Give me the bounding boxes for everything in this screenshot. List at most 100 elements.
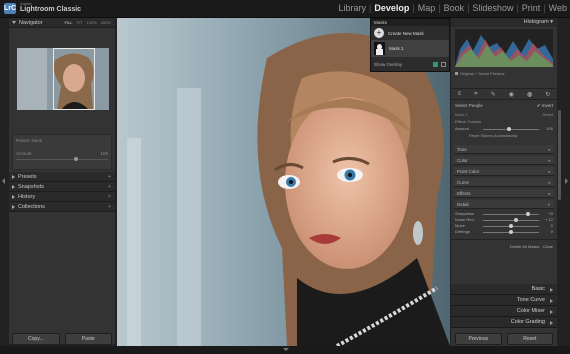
close-button[interactable]: Close xyxy=(543,244,553,249)
panel-tone-curve[interactable]: Tone Curve xyxy=(451,295,557,306)
zoom-400[interactable]: 400% xyxy=(101,18,111,28)
reset-auto-row[interactable]: Reset Sliders Automatically xyxy=(451,132,557,139)
navigator-header[interactable]: Navigator FILL FIT 100% 400% xyxy=(9,18,115,28)
preset-icon[interactable]: ↻ xyxy=(545,91,550,98)
add-icon[interactable]: + xyxy=(108,202,111,212)
show-overlay-checkbox[interactable] xyxy=(433,62,438,67)
clear-icon[interactable]: × xyxy=(108,192,111,202)
section-point-color[interactable]: Point Color ◂ xyxy=(454,167,554,176)
panel-presets[interactable]: Presets + xyxy=(9,172,115,182)
panel-history[interactable]: History × xyxy=(9,192,115,202)
slider-knob[interactable] xyxy=(507,127,511,131)
section-color[interactable]: Color ◂ xyxy=(454,156,554,165)
collapse-icon: ▾ xyxy=(547,202,550,207)
effect-label[interactable]: Effect: Custom xyxy=(451,118,557,125)
mask-item[interactable]: Mask 1 xyxy=(371,40,449,57)
previous-button[interactable]: Previous xyxy=(455,333,502,345)
navigator-viewport-frame[interactable] xyxy=(53,48,95,110)
add-icon[interactable]: + xyxy=(108,172,111,182)
paste-button[interactable]: Paste xyxy=(64,333,112,345)
add-icon[interactable]: + xyxy=(108,182,111,192)
panel-snapshots[interactable]: Snapshots + xyxy=(9,182,115,192)
section-tone[interactable]: Tone ◂ xyxy=(454,145,554,154)
section-detail[interactable]: Detail ▾ xyxy=(454,200,554,209)
redeye-icon[interactable]: ◉ xyxy=(509,91,514,98)
disclosure-icon xyxy=(12,174,15,179)
zoom-fill[interactable]: FILL xyxy=(65,18,73,28)
slider-knob[interactable] xyxy=(509,224,513,228)
right-scrollbar[interactable] xyxy=(558,110,561,200)
add-mask-icon[interactable]: + xyxy=(374,28,384,38)
section-label: Tone xyxy=(457,147,467,152)
detail-slider[interactable]: Defringe 0 xyxy=(455,229,553,235)
panel-label: History xyxy=(18,194,36,200)
mask-icon[interactable]: ◍ xyxy=(527,91,532,98)
zoom-fit[interactable]: FIT xyxy=(77,18,83,28)
filmstrip-toggle-icon[interactable] xyxy=(283,348,289,351)
section-curve[interactable]: Curve ◂ xyxy=(454,178,554,187)
module-book[interactable]: Book xyxy=(444,3,465,13)
section-label: Effects xyxy=(457,191,471,196)
collapse-right-icon[interactable] xyxy=(565,178,568,184)
top-bar: LrC Adobe Lightroom Classic Library | Dev… xyxy=(0,0,570,18)
module-print[interactable]: Print xyxy=(522,3,541,13)
module-develop[interactable]: Develop xyxy=(374,3,409,13)
delete-all-masks-button[interactable]: Delete All Masks xyxy=(510,244,540,249)
panel-label: Color Grading xyxy=(510,319,545,325)
slider-label: Noise Red. xyxy=(455,217,475,222)
expand-icon xyxy=(550,288,553,292)
navigator-title: Navigator xyxy=(19,20,43,26)
slider-knob[interactable] xyxy=(525,212,530,216)
panel-label: Color Mixer xyxy=(516,308,545,314)
heal-icon[interactable]: ✎ xyxy=(491,91,496,98)
reset-button[interactable]: Reset xyxy=(506,333,553,345)
panel-color-mixer[interactable]: Color Mixer xyxy=(451,306,557,317)
navigator-preview[interactable] xyxy=(17,48,109,110)
show-overlay-label: Show Overlay xyxy=(374,62,403,67)
create-new-mask-row[interactable]: + Create New Mask xyxy=(371,26,449,40)
lightroom-logo-icon: LrC xyxy=(4,3,17,14)
module-map[interactable]: Map xyxy=(418,3,436,13)
mask-sections: Tone ◂ Color ◂ Point Color ◂ Curve ◂ Effects… xyxy=(451,145,557,209)
zoom-100[interactable]: 100% xyxy=(87,18,97,28)
panel-basic[interactable]: Basic xyxy=(451,284,557,295)
mask-reset-button[interactable]: Reset xyxy=(543,112,553,117)
module-picker: Library | Develop | Map | Book | Slideshow | … xyxy=(338,3,567,13)
expand-icon: ◂ xyxy=(547,180,550,185)
panel-color-grading[interactable]: Color Grading xyxy=(451,317,557,328)
section-label: Curve xyxy=(457,180,470,185)
create-new-mask-label: Create New Mask xyxy=(388,30,424,36)
photo-info: Original + Smart Preview xyxy=(451,69,557,78)
amount-slider[interactable] xyxy=(16,157,108,161)
slider-knob[interactable] xyxy=(74,157,78,161)
section-effects[interactable]: Effects ◂ xyxy=(454,189,554,198)
disclosure-icon xyxy=(12,184,15,189)
masks-panel: Masks + Create New Mask Mask 1 Show Over… xyxy=(370,18,450,72)
overlay-options-icon[interactable] xyxy=(441,62,446,67)
copy-button[interactable]: Copy... xyxy=(12,333,60,345)
mask-sub-row: Mask 1 Reset xyxy=(451,111,557,118)
panel-collections[interactable]: Collections + xyxy=(9,202,115,212)
edit-sliders-icon[interactable]: ≡ xyxy=(458,91,462,97)
invert-toggle[interactable]: ✔ Invert xyxy=(537,103,553,109)
left-panel: Navigator FILL FIT 100% 400% Preset: Non… xyxy=(9,18,115,344)
mask-thumbnail xyxy=(374,42,385,55)
develop-panels: Basic Tone Curve Color Mixer Color Gradi… xyxy=(451,284,557,328)
histogram-header[interactable]: Histogram ▾ xyxy=(451,18,557,27)
expand-icon xyxy=(550,321,553,325)
module-library[interactable]: Library xyxy=(338,3,366,13)
collapse-left-icon[interactable] xyxy=(2,178,5,184)
slider-knob[interactable] xyxy=(514,218,519,222)
auto-reset-label: Reset Sliders Automatically xyxy=(469,133,518,138)
slider-knob[interactable] xyxy=(509,230,513,234)
disclosure-icon xyxy=(12,194,15,199)
previous-reset-bar: Previous Reset xyxy=(451,333,557,345)
amount-slider[interactable]: Amount 100 xyxy=(455,126,553,132)
crop-icon[interactable]: ⌗ xyxy=(474,91,477,98)
panel-label: Basic xyxy=(531,286,545,292)
module-slideshow[interactable]: Slideshow xyxy=(472,3,513,13)
mask-type-row: Select People ✔ Invert xyxy=(451,100,557,111)
masks-title[interactable]: Masks xyxy=(371,19,449,26)
expand-icon xyxy=(550,310,553,314)
module-web[interactable]: Web xyxy=(549,3,567,13)
